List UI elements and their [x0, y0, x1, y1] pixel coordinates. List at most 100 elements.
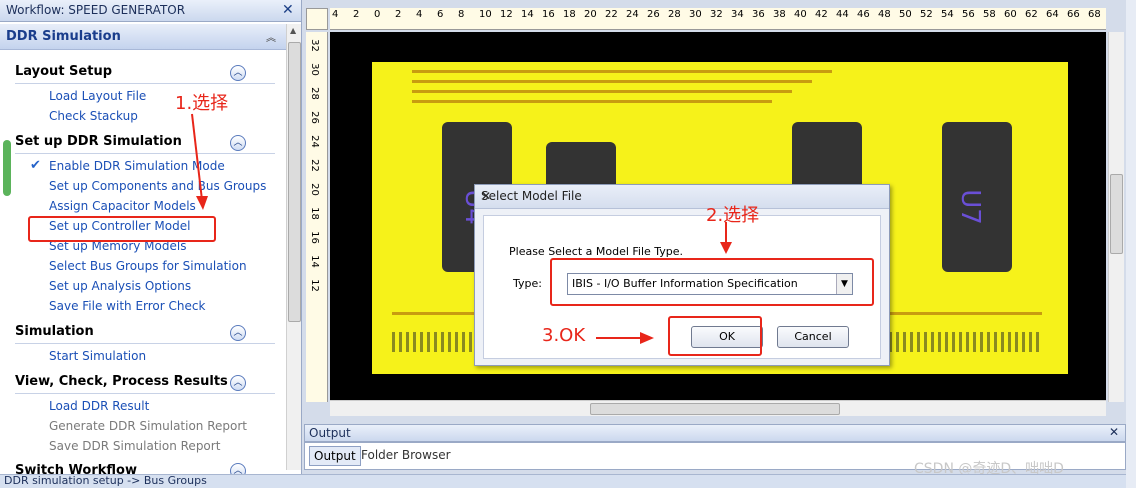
ruler-tick-label: 0 — [374, 9, 381, 20]
link-load-layout-file[interactable]: Load Layout File — [49, 89, 146, 103]
link-start-simulation[interactable]: Start Simulation — [49, 349, 146, 363]
status-bar: DDR simulation setup -> Bus Groups — [0, 474, 1126, 488]
ruler-tick-label: 2 — [395, 9, 402, 20]
link-load-ddr-result[interactable]: Load DDR Result — [49, 399, 149, 413]
section-switch-workflow: Switch Workflow — [15, 463, 137, 474]
section-layout-setup: Layout Setup — [15, 64, 113, 79]
ruler-tick-label: 50 — [899, 9, 912, 20]
trace — [412, 90, 792, 93]
scrollbar-thumb[interactable] — [1110, 174, 1123, 254]
output-title: Output — [309, 426, 351, 440]
link-setup-components-bus-groups[interactable]: Set up Components and Bus Groups — [49, 179, 266, 193]
divider — [15, 393, 275, 394]
link-select-bus-groups[interactable]: Select Bus Groups for Simulation — [49, 259, 247, 273]
canvas-horizontal-scrollbar[interactable] — [330, 400, 1106, 416]
ruler-tick-label: 18 — [563, 9, 576, 20]
ruler-tick-label: 22 — [605, 9, 618, 20]
ruler-tick-label: 48 — [878, 9, 891, 20]
ddr-panel-title: DDR Simulation — [6, 29, 121, 44]
type-label: Type: — [513, 277, 542, 290]
collapse-chevron-icon[interactable]: ︿ — [230, 375, 246, 391]
pcb-label-u7: U7 — [954, 189, 985, 225]
ruler-tick-label: 10 — [479, 9, 492, 20]
ruler-tick-label: 68 — [1088, 9, 1101, 20]
ruler-tick-label: 12 — [308, 279, 320, 292]
close-icon[interactable]: ✕ — [1109, 425, 1119, 439]
ruler-tick-label: 14 — [521, 9, 534, 20]
link-save-file-error-check[interactable]: Save File with Error Check — [49, 299, 205, 313]
ruler-tick-label: 62 — [1025, 9, 1038, 20]
ruler-tick-label: 2 — [353, 9, 360, 20]
ruler-tick-label: 22 — [308, 159, 320, 172]
highlight-box-controller-model — [28, 216, 216, 242]
checkmark-icon: ✔ — [30, 158, 41, 173]
ruler-tick-label: 8 — [458, 9, 465, 20]
scroll-up-icon[interactable]: ▲ — [290, 26, 296, 35]
ruler-tick-label: 18 — [308, 207, 320, 220]
ruler-tick-label: 58 — [983, 9, 996, 20]
cancel-button[interactable]: Cancel — [777, 326, 849, 348]
ddr-simulation-header[interactable]: DDR Simulation ︽ — [0, 24, 286, 50]
collapse-double-chevron-icon[interactable]: ︽ — [266, 29, 276, 44]
dialog-title-bar[interactable]: Select Model File ✕ — [475, 185, 889, 209]
ruler-tick-label: 26 — [308, 111, 320, 124]
dialog-title: Select Model File — [481, 189, 582, 203]
section-view-check-results: View, Check, Process Results — [15, 374, 228, 389]
link-assign-capacitor-models[interactable]: Assign Capacitor Models — [49, 199, 196, 213]
scrollbar-thumb[interactable] — [288, 42, 301, 322]
scrollbar-thumb[interactable] — [590, 403, 840, 415]
highlight-box-type-select — [550, 258, 874, 306]
ruler-tick-label: 32 — [308, 39, 320, 52]
ruler-vertical: 32 30 28 26 24 22 20 18 16 14 12 — [306, 32, 328, 402]
link-setup-analysis-options[interactable]: Set up Analysis Options — [49, 279, 191, 293]
ruler-tick-label: 6 — [437, 9, 444, 20]
ruler-tick-label: 14 — [308, 255, 320, 268]
collapse-chevron-icon[interactable]: ︿ — [230, 135, 246, 151]
workflow-title: Workflow: SPEED GENERATOR — [6, 3, 186, 17]
ruler-tick-label: 12 — [500, 9, 513, 20]
ruler-tick-label: 54 — [941, 9, 954, 20]
tab-folder-browser[interactable]: Folder Browser — [357, 446, 455, 466]
canvas-vertical-scrollbar[interactable] — [1108, 32, 1124, 402]
ruler-tick-label: 44 — [836, 9, 849, 20]
annotation-arrow-1 — [191, 113, 208, 210]
ruler-tick-label: 40 — [794, 9, 807, 20]
ruler-tick-label: 32 — [710, 9, 723, 20]
ruler-tick-label: 52 — [920, 9, 933, 20]
output-panel-title-bar: Output ✕ — [304, 424, 1126, 442]
close-icon[interactable]: ✕ — [282, 2, 294, 18]
collapse-chevron-icon[interactable]: ︿ — [230, 325, 246, 341]
trace — [412, 80, 812, 83]
ruler-tick-label: 24 — [626, 9, 639, 20]
divider — [15, 343, 275, 344]
annotation-arrow-3 — [596, 332, 654, 344]
divider — [15, 83, 275, 84]
link-generate-ddr-report: Generate DDR Simulation Report — [49, 419, 248, 433]
ruler-tick-label: 60 — [1004, 9, 1017, 20]
collapse-chevron-icon[interactable]: ︿ — [230, 463, 246, 474]
status-text: DDR simulation setup -> Bus Groups — [4, 474, 207, 487]
ruler-tick-label: 28 — [668, 9, 681, 20]
ruler-horizontal: 4 2 0 2 4 6 8 10 12 14 16 18 20 22 24 26 28 30 32 34 36 38 40 4… — [330, 8, 1106, 30]
ruler-corner — [306, 8, 328, 30]
ruler-tick-label: 16 — [308, 231, 320, 244]
workflow-title-bar: Workflow: SPEED GENERATOR ✕ — [0, 0, 301, 22]
link-check-stackup[interactable]: Check Stackup — [49, 109, 138, 123]
collapse-chevron-icon[interactable]: ︿ — [230, 65, 246, 81]
ruler-tick-label: 38 — [773, 9, 786, 20]
ruler-tick-label: 26 — [647, 9, 660, 20]
tab-output[interactable]: Output — [309, 446, 361, 466]
ruler-tick-label: 16 — [542, 9, 555, 20]
ruler-tick-label: 36 — [752, 9, 765, 20]
ruler-tick-label: 4 — [332, 9, 339, 20]
workflow-scrollbar[interactable]: ▲ — [286, 24, 301, 470]
ruler-tick-label: 42 — [815, 9, 828, 20]
ruler-tick-label: 4 — [416, 9, 423, 20]
section-setup-ddr-simulation: Set up DDR Simulation — [15, 134, 182, 149]
ruler-tick-label: 28 — [308, 87, 320, 100]
splitter-grip[interactable] — [3, 140, 11, 196]
highlight-box-ok — [668, 316, 762, 356]
close-icon[interactable]: ✕ — [481, 189, 491, 203]
dialog-prompt: Please Select a Model File Type. — [509, 245, 684, 258]
right-edge-panel — [1126, 0, 1136, 488]
